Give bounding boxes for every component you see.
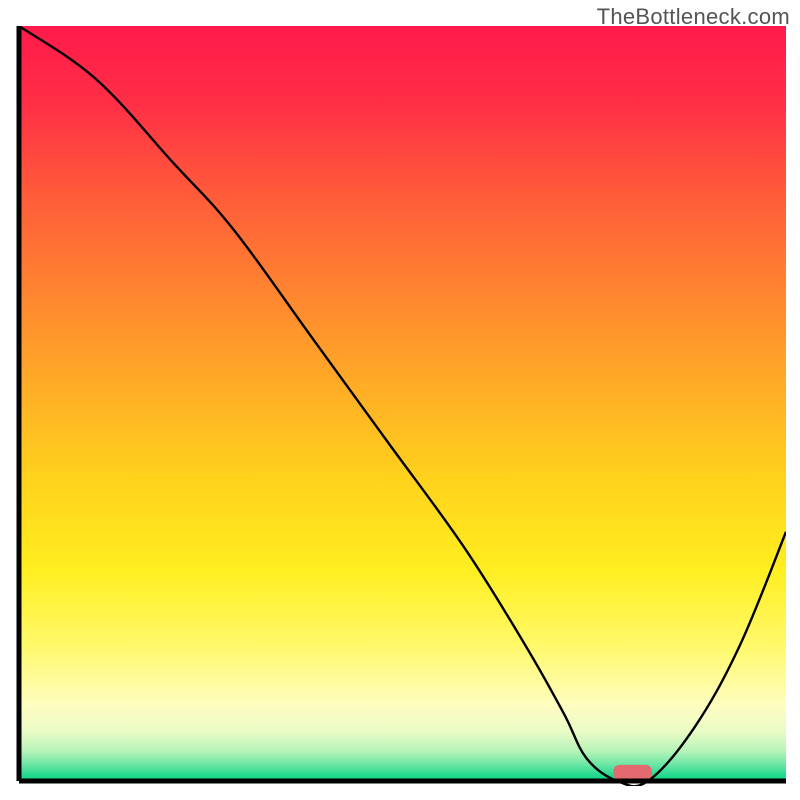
bottleneck-chart <box>14 26 786 786</box>
chart-container: TheBottleneck.com <box>0 0 800 800</box>
chart-background <box>19 26 786 781</box>
optimal-point-marker <box>613 765 651 780</box>
